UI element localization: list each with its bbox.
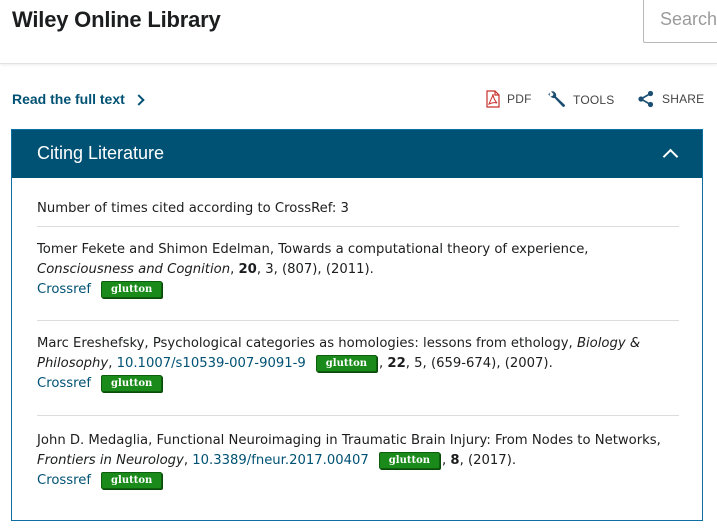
- glutton-button[interactable]: glutton: [101, 375, 163, 392]
- doi-link[interactable]: 10.1007/s10539-007-9091-9: [117, 356, 306, 371]
- crossref-link[interactable]: Crossref: [37, 282, 91, 297]
- chevron-right-icon: [133, 93, 145, 106]
- read-full-text-label: Read the full text: [12, 91, 125, 107]
- citation-authors-title: Marc Ereshefsky, Psychological categorie…: [37, 334, 687, 354]
- citation-item: Tomer Fekete and Shimon Edelman, Towards…: [37, 240, 687, 300]
- citation-volume: 8: [450, 453, 460, 468]
- glutton-button[interactable]: glutton: [101, 281, 163, 298]
- glutton-button[interactable]: glutton: [378, 452, 441, 469]
- citing-literature-panel: Citing Literature Number of times cited …: [11, 129, 703, 521]
- citation-source: Frontiers in Neurology, 10.3389/fneur.20…: [37, 452, 517, 469]
- citation-item: Marc Ereshefsky, Psychological categorie…: [37, 334, 687, 394]
- citation-journal-cont: Philosophy: [37, 356, 109, 371]
- tools-label: TOOLS: [573, 92, 615, 107]
- citation-authors-title: John D. Medaglia, Functional Neuroimagin…: [37, 433, 661, 448]
- share-label: SHARE: [662, 92, 705, 106]
- citation-details: , 5, (659-674), (2007).: [405, 356, 553, 371]
- glutton-button[interactable]: glutton: [101, 472, 163, 489]
- search-input[interactable]: Search: [643, 0, 717, 43]
- tools-button[interactable]: TOOLS: [547, 90, 614, 109]
- citation-volume: 22: [387, 356, 406, 371]
- site-header: Wiley Online Library Search: [0, 0, 717, 64]
- citation-source: Consciousness and Cognition, 20, 3, (807…: [37, 262, 374, 277]
- citation-source: Philosophy, 10.1007/s10539-007-9091-9 glu…: [37, 355, 553, 372]
- citation-details: , 3, (807), (2011).: [256, 262, 374, 277]
- share-button[interactable]: SHARE: [637, 90, 704, 108]
- crossref-link[interactable]: Crossref: [37, 376, 91, 391]
- pdf-label: PDF: [507, 92, 532, 106]
- cited-count: Number of times cited according to Cross…: [37, 201, 349, 216]
- read-full-text-link[interactable]: Read the full text: [12, 91, 145, 107]
- glutton-button[interactable]: glutton: [315, 355, 378, 372]
- divider: [37, 226, 679, 227]
- citation-links: Crossref glutton: [37, 471, 687, 491]
- citation-links: Crossref glutton: [37, 280, 687, 300]
- site-logo[interactable]: Wiley Online Library: [12, 7, 221, 33]
- panel-header[interactable]: Citing Literature: [12, 130, 702, 178]
- doi-link[interactable]: 10.3389/fneur.2017.00407: [192, 453, 369, 468]
- share-icon: [638, 90, 654, 108]
- citation-details: , (2017).: [459, 453, 517, 468]
- divider: [37, 415, 679, 416]
- citation-journal: Biology &: [576, 336, 641, 351]
- citation-journal: Frontiers in Neurology: [37, 453, 184, 468]
- citation-journal: Consciousness and Cognition: [37, 262, 231, 277]
- citation-links: Crossref glutton: [37, 374, 687, 394]
- citation-item: John D. Medaglia, Functional Neuroimagin…: [37, 431, 687, 491]
- citation-volume: 20: [238, 262, 257, 277]
- divider: [37, 320, 679, 321]
- citation-authors-title: Tomer Fekete and Shimon Edelman, Towards…: [37, 242, 589, 257]
- crossref-link[interactable]: Crossref: [37, 473, 91, 488]
- wrench-icon: [548, 91, 565, 107]
- citation-title: Marc Ereshefsky, Psychological categorie…: [37, 336, 577, 351]
- search-placeholder: Search: [660, 9, 717, 29]
- chevron-up-icon[interactable]: [662, 148, 679, 165]
- panel-title: Citing Literature: [37, 143, 165, 163]
- pdf-icon: [486, 90, 500, 108]
- article-toolbar: Read the full text PDF TOOLS SHARE: [0, 86, 717, 116]
- pdf-button[interactable]: PDF: [486, 90, 532, 108]
